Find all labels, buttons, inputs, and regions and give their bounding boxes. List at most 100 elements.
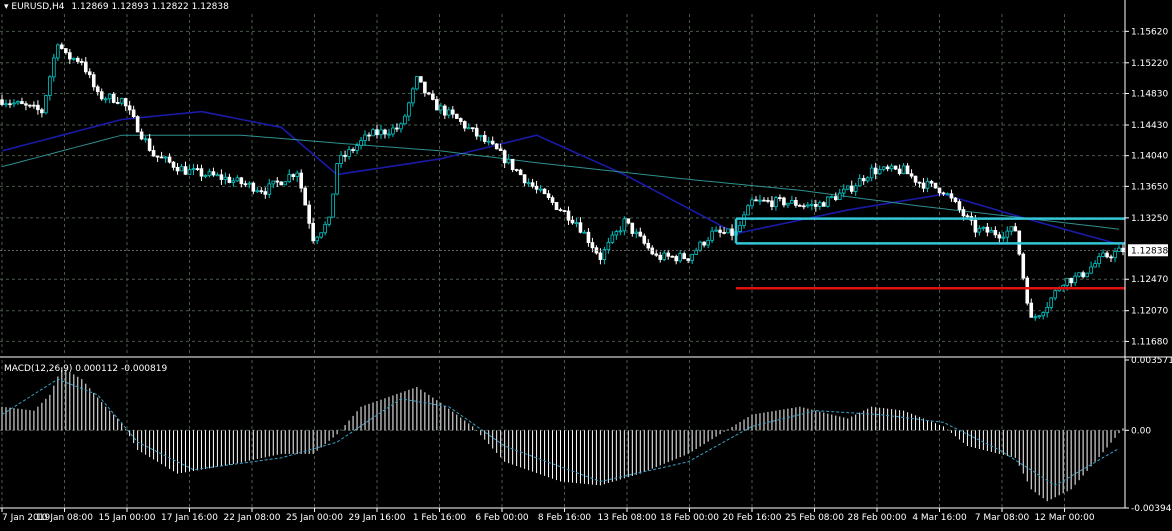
price-tick-label: 1.15220 [1131,59,1168,69]
candle-body [486,140,491,143]
candle-body [1069,277,1073,284]
candle-body [682,253,686,260]
candle-body [259,190,264,193]
candle-body [307,204,311,224]
candle-body [223,176,228,180]
candle-body [295,172,300,177]
price-tick-label: 1.15620 [1131,27,1168,37]
price-tick-label: 1.14040 [1131,152,1168,162]
candle-body [977,227,982,233]
candle-body [335,163,339,195]
candle-body [905,165,910,175]
candle-body [303,187,307,206]
candle-body [247,182,252,185]
candle-body [355,145,359,151]
candle-body [746,205,750,216]
candle-body [1005,230,1010,238]
time-tick-label: 10 Jan 08:00 [36,513,93,523]
candle-body [1085,272,1089,278]
candle-body [550,197,555,203]
candle-body [714,229,718,232]
candle-body [718,229,722,233]
candle-body [965,215,970,218]
candle-body [1101,252,1105,257]
candle-body [674,256,678,262]
macd-title: MACD(12,26,9) 0.000112 -0.000819 [4,364,168,374]
candle-body [666,252,671,257]
candle-body [1041,312,1046,317]
candle-body [243,183,248,186]
candle-body [131,109,136,117]
candle-body [841,188,846,194]
candle-body [1025,277,1030,304]
candle-body [853,185,858,192]
candle-body [730,228,734,236]
candle-body [68,52,72,60]
candle-body [510,158,515,170]
candle-body [271,180,276,185]
candle-body [1097,256,1101,265]
candle-body [570,219,575,224]
candle-body [921,182,926,189]
candle-body [64,48,68,54]
candle-body [626,218,631,224]
candle-body [754,199,758,202]
candle-body [502,150,507,164]
quote-values: 1.12869 1.12893 1.12822 1.12838 [71,2,229,12]
candle-body [522,174,527,184]
time-tick-label: 15 Jan 00:00 [99,513,156,523]
candle-body [48,76,52,96]
candle-body [762,199,766,202]
candle-body [1077,272,1081,277]
candle-body [526,182,531,185]
candle-body [790,200,794,204]
candle-body [774,197,778,208]
candle-body [829,196,834,198]
candle-body [798,205,802,207]
candle-body [4,103,8,106]
candle-body [1049,297,1053,308]
candle-body [1001,236,1006,239]
candle-body [925,180,930,189]
candle-body [558,209,563,212]
chart-menu-icon[interactable]: ▾ [4,2,9,12]
candle-body [187,169,192,175]
candle-body [263,191,268,195]
candle-body [802,205,806,208]
candle-body [203,175,208,177]
candle-body [634,231,639,234]
candle-body [909,173,914,177]
candle-body [103,98,108,101]
candle-body [530,182,535,187]
candle-body [538,188,543,191]
candle-body [24,103,28,106]
candle-body [929,180,934,184]
price-chart-svg[interactable]: 1.15620 1.15220 1.14830 1.14430 1.14040 1.136… [0,0,1172,527]
candle-body [933,182,938,189]
candle-body [606,241,611,251]
candle-body [1053,290,1057,299]
candle-body [1021,253,1026,279]
candle-body [215,174,220,177]
candle-body [379,129,383,136]
candle-body [981,226,986,229]
candle-body [1045,306,1050,314]
candle-body [738,224,742,232]
time-tick-label: 4 Mar 16:00 [912,513,967,523]
candle-body [686,258,690,261]
candle-body [147,138,152,151]
price-tick-label: 1.13650 [1131,182,1168,192]
candle-body [742,214,746,226]
candle-body [351,149,355,151]
candle-body [786,202,790,206]
candle-body [566,210,571,221]
candle-body [466,127,471,130]
candle-body [989,230,994,233]
candle-body [52,57,56,78]
candle-body [183,166,188,175]
candle-body [239,177,244,185]
candle-body [267,183,272,195]
candle-body [331,193,335,218]
time-tick-label: 17 Jan 16:00 [161,513,218,523]
candle-body [857,178,862,187]
